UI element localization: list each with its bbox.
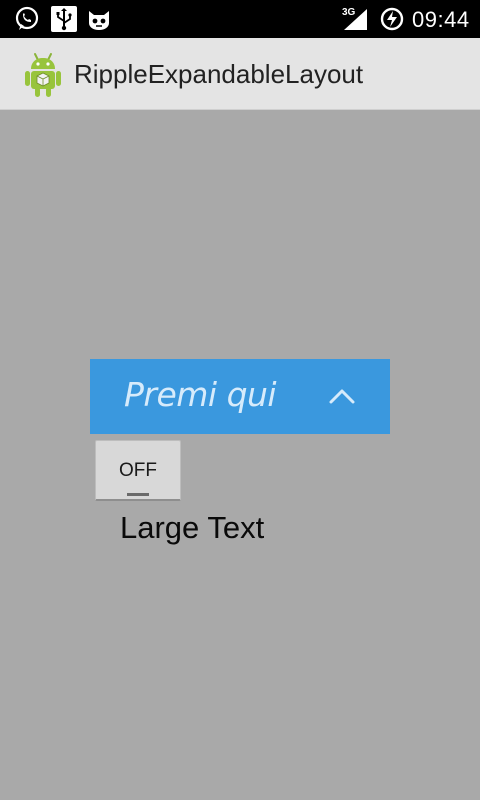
status-bar: 3G 09:44	[0, 0, 480, 38]
app-title: RippleExpandableLayout	[74, 59, 364, 89]
signal-icon	[344, 9, 367, 30]
content-area: Premi qui OFF Large Text	[0, 110, 480, 800]
whatsapp-icon	[15, 6, 39, 30]
action-bar: RippleExpandableLayout	[0, 38, 480, 110]
usb-icon	[51, 6, 77, 32]
cat-icon	[89, 11, 109, 30]
chevron-up-icon[interactable]	[328, 386, 356, 406]
screen: 3G 09:44 RippleExpandableLayout Premi qu…	[0, 0, 480, 800]
ripple-expandable-header[interactable]: Premi qui	[90, 359, 390, 434]
toggle-indicator	[127, 493, 149, 496]
battery-charging-icon	[380, 7, 404, 31]
toggle-button[interactable]: OFF	[95, 440, 181, 501]
ripple-header-label: Premi qui	[124, 375, 277, 414]
android-icon[interactable]	[24, 50, 62, 98]
toggle-button-label: OFF	[119, 460, 157, 481]
status-time: 09:44	[412, 7, 470, 32]
large-text-label: Large Text	[120, 510, 265, 545]
